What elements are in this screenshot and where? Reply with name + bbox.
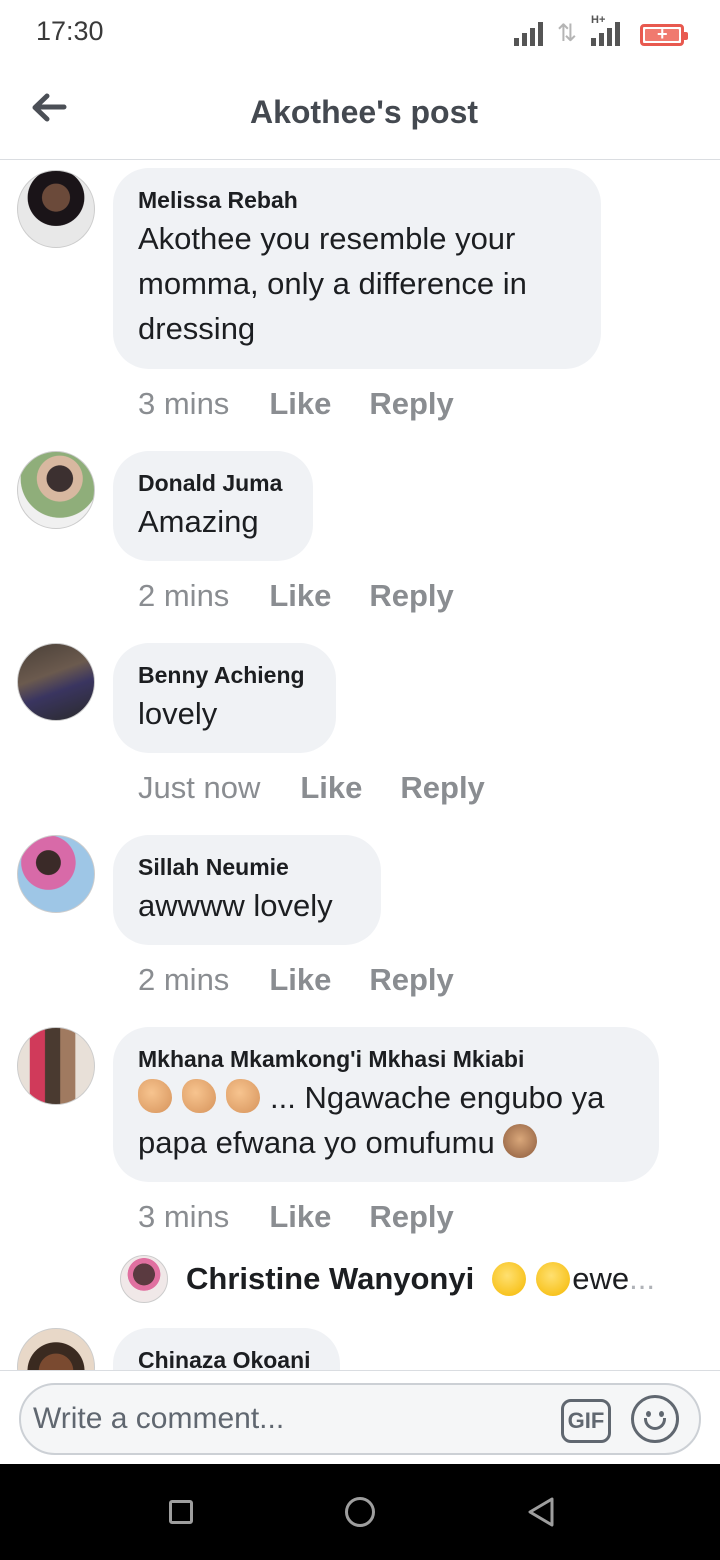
reply-author[interactable]: Christine Wanyonyi bbox=[186, 1261, 474, 1297]
comment-author[interactable]: Mkhana Mkamkong'i Mkhasi Mkiabi bbox=[138, 1043, 633, 1075]
avatar[interactable] bbox=[17, 1027, 95, 1105]
avatar[interactable] bbox=[17, 643, 95, 721]
recents-square-icon[interactable] bbox=[169, 1500, 193, 1524]
reply-text: ewe bbox=[572, 1261, 630, 1296]
comment-time: Just now bbox=[138, 770, 261, 805]
comment-actions: 2 mins Like Reply bbox=[138, 962, 492, 998]
like-button[interactable]: Like bbox=[269, 962, 331, 998]
comment-bubble[interactable]: Melissa Rebah Akothee you resemble your … bbox=[113, 168, 601, 369]
comment-author[interactable]: Melissa Rebah bbox=[138, 184, 575, 216]
comment-bubble[interactable]: Sillah Neumie awwww lovely bbox=[113, 835, 381, 945]
comment-author[interactable]: Sillah Neumie bbox=[138, 851, 355, 883]
status-icons: ⇅ H+ + bbox=[513, 14, 688, 47]
comment-bubble[interactable]: Chinaza Okoani bbox=[113, 1328, 340, 1370]
comment-bubble[interactable]: Mkhana Mkamkong'i Mkhasi Mkiabi ... Ngaw… bbox=[113, 1027, 659, 1182]
comment-time: 3 mins bbox=[138, 386, 230, 421]
comment-input[interactable] bbox=[33, 1397, 553, 1441]
avatar[interactable] bbox=[17, 1328, 95, 1370]
reply-button[interactable]: Reply bbox=[400, 770, 484, 806]
comment-time: 2 mins bbox=[138, 962, 230, 997]
comment-time: 3 mins bbox=[138, 1199, 230, 1234]
comment-bubble[interactable]: Donald Juma Amazing bbox=[113, 451, 313, 561]
like-button[interactable]: Like bbox=[269, 1199, 331, 1235]
reply-button[interactable]: Reply bbox=[369, 1199, 453, 1235]
reply-preview[interactable]: Christine Wanyonyi ewe ... bbox=[120, 1255, 655, 1303]
comment-composer-bar: GIF bbox=[0, 1370, 720, 1464]
back-triangle-icon[interactable] bbox=[526, 1496, 556, 1528]
comments-list[interactable]: Melissa Rebah Akothee you resemble your … bbox=[0, 160, 720, 1370]
comment-text-line: Akothee you resemble your bbox=[138, 221, 516, 256]
hplus-signal-icon: H+ bbox=[591, 14, 620, 46]
comment-actions: 3 mins Like Reply bbox=[138, 1199, 492, 1235]
like-button[interactable]: Like bbox=[269, 578, 331, 614]
data-arrows-icon: ⇅ bbox=[556, 20, 577, 47]
reply-button[interactable]: Reply bbox=[369, 578, 453, 614]
clapping-hands-emoji bbox=[182, 1079, 216, 1113]
battery-charging-icon: + bbox=[640, 24, 688, 46]
avatar[interactable] bbox=[17, 835, 95, 913]
comment-time: 2 mins bbox=[138, 578, 230, 613]
comment-author[interactable]: Benny Achieng bbox=[138, 659, 310, 691]
smiley-icon[interactable] bbox=[631, 1395, 679, 1443]
comment-author[interactable]: Chinaza Okoani bbox=[138, 1344, 314, 1370]
comment-text-line: papa efwana yo omufumu bbox=[138, 1120, 633, 1165]
like-button[interactable]: Like bbox=[269, 386, 331, 422]
reply-button[interactable]: Reply bbox=[369, 962, 453, 998]
reply-button[interactable]: Reply bbox=[369, 386, 453, 422]
comment-text-line: momma, only a difference in bbox=[138, 266, 527, 301]
speak-no-evil-monkey-emoji bbox=[503, 1124, 538, 1158]
status-time: 17:30 bbox=[36, 16, 104, 46]
comment-text-line: Amazing bbox=[138, 504, 259, 539]
shushing-face-emoji bbox=[492, 1262, 527, 1296]
comment-composer: GIF bbox=[19, 1383, 701, 1455]
comment-author[interactable]: Donald Juma bbox=[138, 467, 287, 499]
comment-text-line: lovely bbox=[138, 696, 218, 731]
shushing-face-emoji bbox=[536, 1262, 571, 1296]
comment-actions: 3 mins Like Reply bbox=[138, 386, 492, 422]
comment-actions: 2 mins Like Reply bbox=[138, 578, 492, 614]
comment-text-line: ... Ngawache engubo ya bbox=[138, 1075, 633, 1120]
avatar[interactable] bbox=[120, 1255, 168, 1303]
system-nav-bar bbox=[0, 1464, 720, 1560]
clapping-hands-emoji bbox=[226, 1079, 260, 1113]
status-bar: 17:30 ⇅ H+ + bbox=[0, 0, 720, 64]
network-type-label: H+ bbox=[591, 14, 606, 26]
like-button[interactable]: Like bbox=[300, 770, 362, 806]
gif-button[interactable]: GIF bbox=[561, 1399, 611, 1443]
comment-text-fragment: ... Ngawache engubo ya bbox=[270, 1080, 605, 1115]
comment-actions: Just now Like Reply bbox=[138, 770, 523, 806]
comment-text-line: dressing bbox=[138, 311, 256, 346]
comment-bubble[interactable]: Benny Achieng lovely bbox=[113, 643, 336, 753]
avatar[interactable] bbox=[17, 170, 95, 248]
page-header: Akothee's post bbox=[0, 64, 720, 160]
comment-text-line: awwww lovely bbox=[138, 888, 333, 923]
signal-icon bbox=[513, 22, 543, 46]
comment-text-fragment: papa efwana yo omufumu bbox=[138, 1125, 495, 1160]
avatar[interactable] bbox=[17, 451, 95, 529]
reply-ellipsis: ... bbox=[629, 1261, 655, 1296]
clapping-hands-emoji bbox=[138, 1079, 172, 1113]
home-circle-icon[interactable] bbox=[345, 1497, 375, 1527]
page-title: Akothee's post bbox=[249, 94, 479, 130]
